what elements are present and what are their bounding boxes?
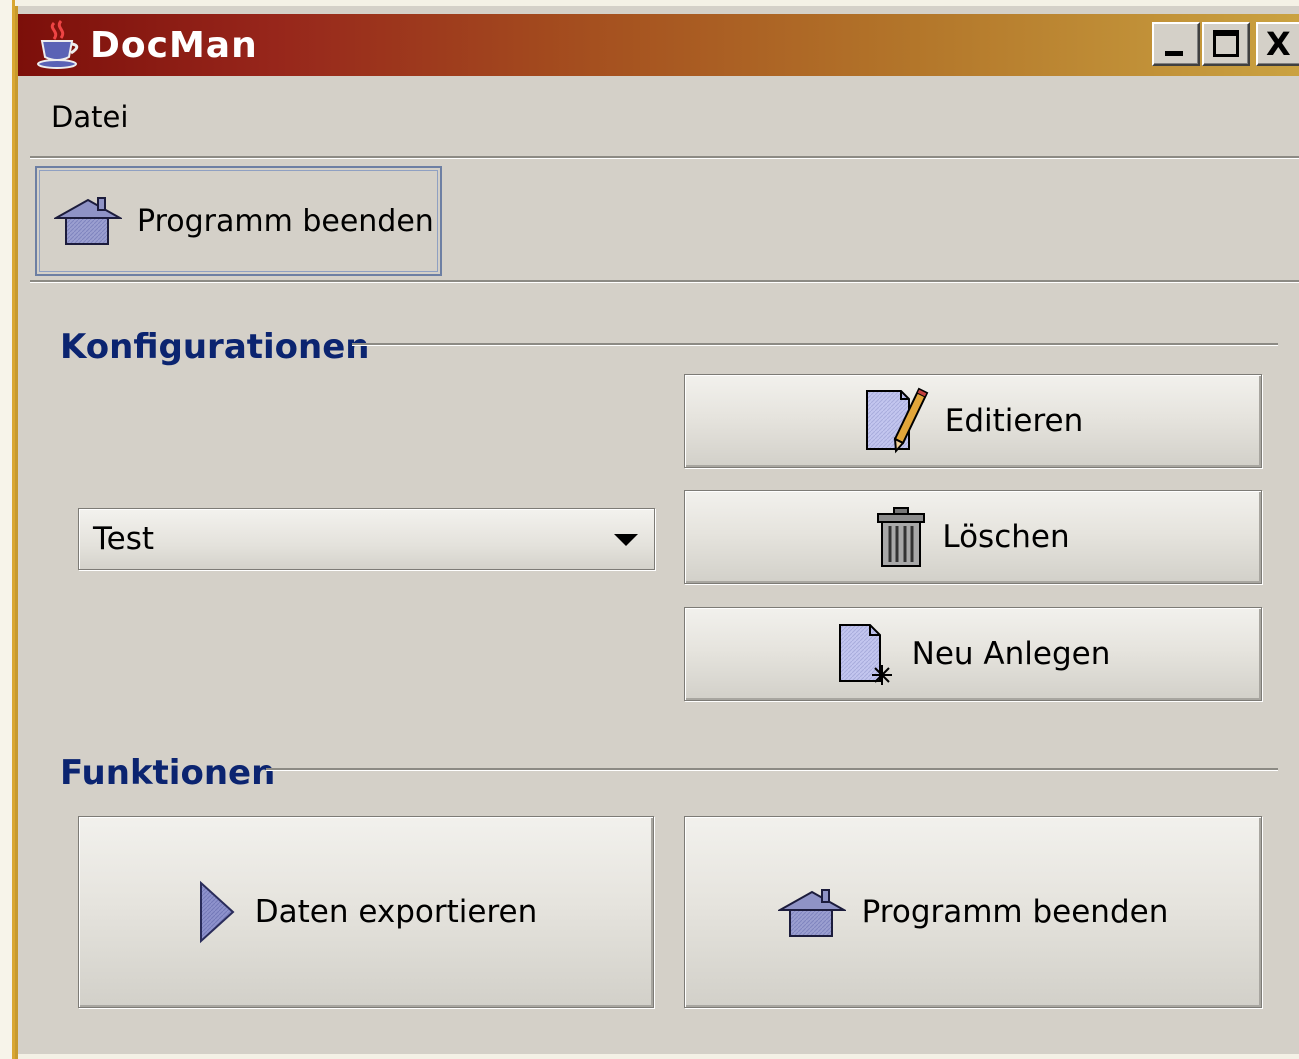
toolbar-separator (30, 280, 1299, 283)
quit-button-label: Programm beenden (861, 894, 1169, 930)
toolbar-quit-label: Programm beenden (137, 204, 434, 239)
menu-datei[interactable]: Datei (51, 96, 128, 138)
quit-button[interactable]: Programm beenden (684, 816, 1262, 1008)
delete-button-label: Löschen (942, 519, 1070, 555)
close-icon: X (1266, 25, 1291, 63)
delete-button[interactable]: Löschen (684, 490, 1262, 584)
section-line-functions (266, 768, 1278, 771)
window-title: DocMan (90, 25, 258, 66)
export-button-label: Daten exportieren (254, 894, 538, 930)
configuration-select-value: Test (93, 521, 155, 557)
java-cup-icon (37, 20, 79, 69)
maximize-button[interactable] (1202, 22, 1250, 66)
menubar-separator (30, 156, 1299, 159)
configuration-select[interactable]: Test (78, 508, 655, 570)
maximize-icon (1213, 30, 1239, 57)
section-line-configurations (352, 343, 1278, 346)
house-icon (777, 889, 846, 937)
new-button-label: Neu Anlegen (911, 636, 1111, 672)
minimize-icon (1165, 51, 1183, 56)
section-title-functions: Funktionen (60, 753, 276, 793)
house-icon (54, 197, 122, 245)
new-document-icon (838, 624, 892, 685)
dropdown-arrow-icon[interactable] (614, 534, 638, 546)
menu-bar (30, 80, 1299, 156)
edit-button-label: Editieren (944, 403, 1084, 439)
section-title-configurations: Konfigurationen (60, 327, 370, 367)
trash-icon (877, 507, 926, 567)
play-arrow-icon (199, 880, 235, 944)
new-button[interactable]: Neu Anlegen (684, 607, 1262, 701)
window-bottom-edge (18, 1054, 1299, 1059)
export-button[interactable]: Daten exportieren (78, 816, 654, 1008)
edit-button[interactable]: Editieren (684, 374, 1262, 468)
minimize-button[interactable] (1152, 22, 1200, 66)
edit-pencil-icon (865, 387, 929, 454)
close-button[interactable]: X (1256, 22, 1299, 66)
